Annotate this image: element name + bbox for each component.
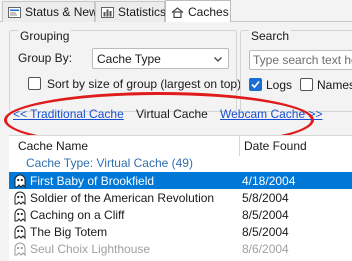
row-date-found: 8/6/2004 [242, 241, 289, 256]
tab-label: Caches [188, 5, 229, 19]
table-row[interactable]: Seul Choix Lighthouse 8/6/2004 [9, 240, 352, 257]
logs-checkbox[interactable] [249, 78, 262, 91]
row-cache-name: The Big Totem [30, 224, 108, 239]
grouping-title: Grouping [18, 29, 72, 43]
names-label: Names [317, 78, 352, 92]
column-header-cache-name[interactable]: Cache Name [18, 136, 88, 156]
group-by-label: Group By: [18, 51, 73, 65]
row-date-found: 4/18/2004 [242, 173, 296, 188]
table-row[interactable]: Soldier of the American Revolution 5/8/2… [9, 189, 352, 206]
virtual-cache-ghost-icon [13, 208, 27, 222]
grouping-groupbox: Grouping Group By: Cache Type Sort by si… [9, 29, 241, 112]
tab-label: Status & News [25, 5, 104, 19]
tab-bar: Status & News Statistics Caches [0, 0, 352, 23]
group-by-select[interactable]: Cache Type [92, 48, 229, 69]
tab-status-news[interactable]: Status & News [2, 1, 104, 22]
logs-label: Logs [266, 78, 293, 92]
next-cache-type-link[interactable]: Webcam Cache >> [220, 107, 323, 121]
table-row[interactable]: The Big Totem 8/5/2004 [9, 223, 352, 240]
virtual-cache-ghost-icon [13, 225, 27, 239]
tab-statistics[interactable]: Statistics [95, 1, 167, 22]
row-cache-name: First Baby of Brookfield [30, 173, 155, 188]
tab-label: Statistics [118, 5, 167, 19]
search-title: Search [249, 29, 292, 43]
cache-list[interactable]: Cache Name Date Found Cache Type: Virtua… [9, 135, 352, 261]
column-header-date-found[interactable]: Date Found [244, 136, 307, 156]
row-date-found: 5/8/2004 [242, 190, 289, 205]
search-placeholder: Type search text here [253, 53, 352, 67]
group-by-value: Cache Type [97, 51, 161, 66]
column-separator[interactable] [239, 136, 240, 156]
chevron-down-icon [213, 53, 223, 63]
bar-chart-icon [101, 6, 114, 18]
table-row[interactable]: Caching on a Cliff 8/5/2004 [9, 206, 352, 223]
caches-panel: Grouping Group By: Cache Type Sort by si… [0, 22, 352, 261]
row-date-found: 8/5/2004 [242, 224, 289, 239]
current-cache-type: Virtual Cache [136, 107, 208, 121]
search-groupbox: Search Type search text here Logs Names [240, 29, 352, 112]
virtual-cache-ghost-icon [13, 191, 27, 205]
virtual-cache-ghost-icon [13, 174, 27, 188]
virtual-cache-ghost-icon [13, 242, 27, 256]
sort-by-size-label: Sort by size of group (largest on top) [47, 77, 242, 91]
sort-by-size-checkbox[interactable] [28, 77, 41, 90]
status-icon [8, 6, 21, 18]
search-input[interactable]: Type search text here [249, 50, 352, 70]
group-header-label: Cache Type: Virtual Cache (49) [26, 156, 193, 170]
names-checkbox[interactable] [300, 78, 313, 91]
tab-caches[interactable]: Caches [165, 0, 231, 23]
home-icon [171, 6, 184, 18]
checkmark-icon [251, 80, 260, 89]
row-date-found: 8/5/2004 [242, 207, 289, 222]
prev-cache-type-link[interactable]: << Traditional Cache [13, 107, 124, 121]
table-row[interactable]: First Baby of Brookfield 4/18/2004 [9, 172, 352, 189]
row-cache-name: Caching on a Cliff [30, 207, 125, 222]
row-cache-name: Soldier of the American Revolution [30, 190, 215, 205]
row-cache-name: Seul Choix Lighthouse [30, 241, 151, 256]
group-header-row[interactable]: Cache Type: Virtual Cache (49) [9, 154, 352, 172]
